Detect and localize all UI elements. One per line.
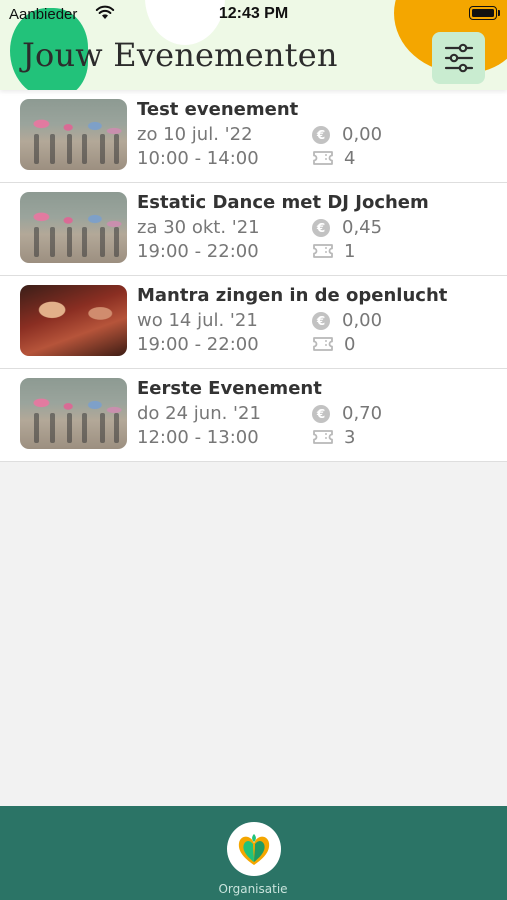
event-price: 0,00 (342, 310, 383, 331)
event-date: do 24 jun. '21 (137, 403, 261, 424)
tab-organisatie[interactable]: Organisatie (203, 820, 303, 900)
euro-coin-icon: € (312, 405, 330, 423)
event-row[interactable]: Test evenement zo 10 jul. '22 10:00 - 14:0… (0, 90, 507, 183)
event-date: zo 10 jul. '22 (137, 124, 253, 145)
event-time: 12:00 - 13:00 (137, 427, 259, 448)
filter-button[interactable] (432, 32, 485, 84)
tab-bar: Organisatie (0, 806, 507, 900)
event-price: 0,45 (342, 217, 383, 238)
ticket-icon (313, 337, 333, 351)
event-list: Test evenement zo 10 jul. '22 10:00 - 14:0… (0, 90, 507, 462)
event-image (20, 99, 127, 170)
event-price: 0,00 (342, 124, 383, 145)
event-price: 0,70 (342, 403, 383, 424)
ticket-icon (313, 430, 333, 444)
euro-coin-icon: € (312, 312, 330, 330)
battery-icon (469, 6, 497, 20)
ticket-icon (313, 244, 333, 258)
euro-coin-icon: € (312, 126, 330, 144)
euro-coin-icon: € (312, 219, 330, 237)
clock: 12:43 PM (218, 5, 289, 22)
event-date: za 30 okt. '21 (137, 217, 260, 238)
event-tickets: 1 (344, 241, 356, 262)
event-time: 19:00 - 22:00 (137, 334, 259, 355)
event-title: Test evenement (137, 99, 299, 120)
tab-label: Organisatie (218, 882, 288, 896)
ticket-icon (313, 151, 333, 165)
event-row[interactable]: Estatic Dance met DJ Jochem za 30 okt. '2… (0, 183, 507, 276)
event-title: Eerste Evenement (137, 378, 322, 399)
event-title: Estatic Dance met DJ Jochem (137, 192, 429, 213)
status-bar: Aanbieder 12:43 PM (0, 0, 507, 30)
event-image (20, 378, 127, 449)
battery-cap (498, 10, 500, 16)
event-row[interactable]: Eerste Evenement do 24 jun. '21 12:00 - 13… (0, 369, 507, 462)
event-time: 19:00 - 22:00 (137, 241, 259, 262)
event-row[interactable]: Mantra zingen in de openlucht wo 14 jul. … (0, 276, 507, 369)
event-tickets: 3 (344, 427, 356, 448)
page-title: Jouw Evenementen (22, 36, 338, 74)
event-image (20, 192, 127, 263)
heart-leaf-logo-icon (227, 822, 281, 876)
event-image (20, 285, 127, 356)
event-title: Mantra zingen in de openlucht (137, 285, 448, 306)
sliders-icon (444, 43, 473, 73)
event-time: 10:00 - 14:00 (137, 148, 259, 169)
event-date: wo 14 jul. '21 (137, 310, 258, 331)
event-tickets: 4 (344, 148, 356, 169)
event-tickets: 0 (344, 334, 356, 355)
